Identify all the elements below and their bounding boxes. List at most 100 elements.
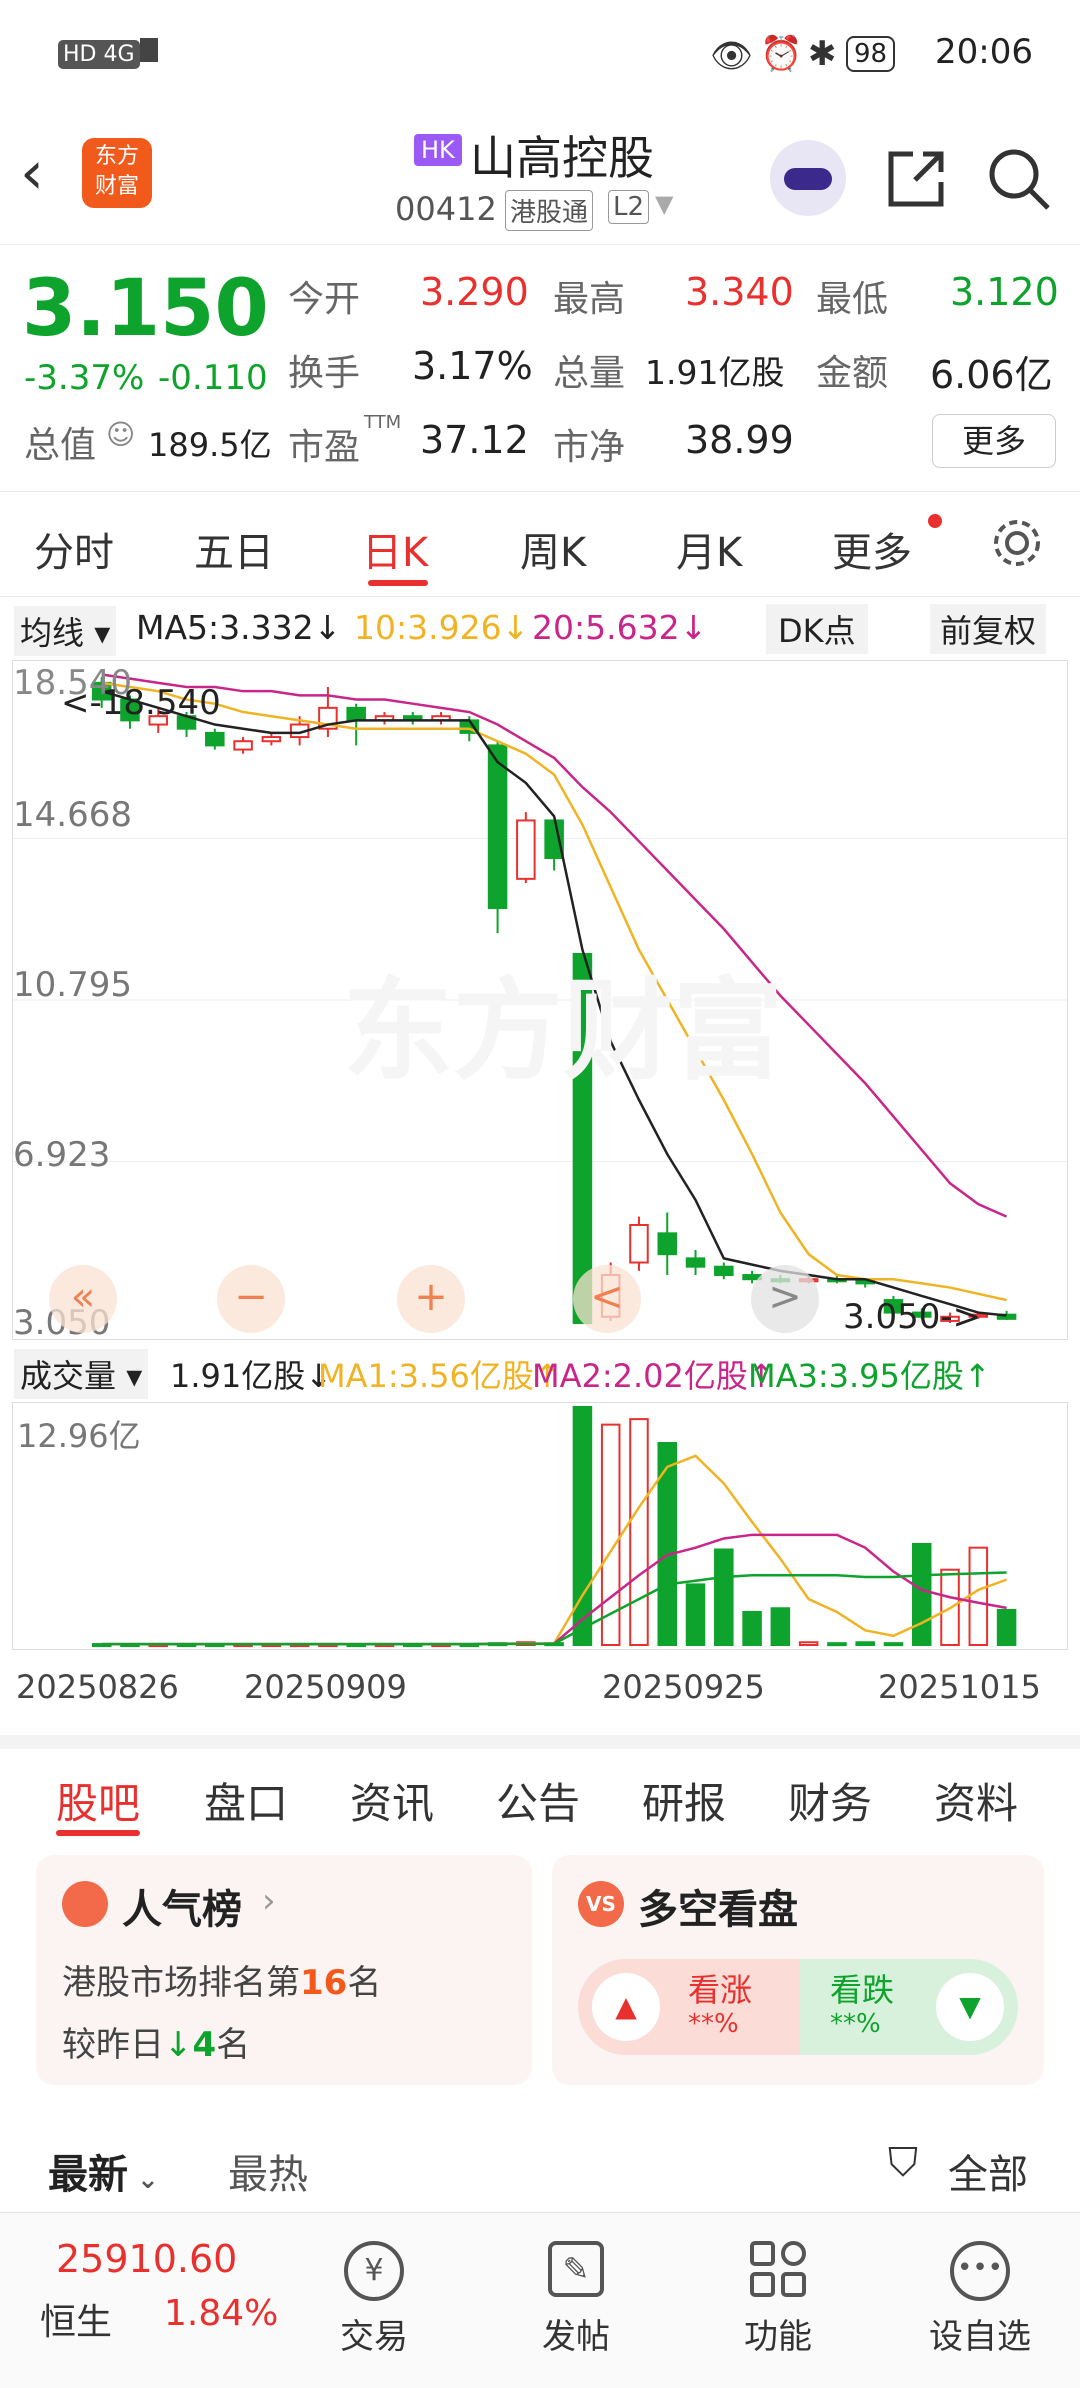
tab-forum[interactable]: 股吧: [56, 1770, 140, 1831]
tab-announcements[interactable]: 公告: [496, 1770, 580, 1831]
high-marker: <-18.540: [61, 683, 221, 723]
ma-bar: 均线 ▾ MA5:3.332↓ 10:3.926↓ 20:5.632↓ DK点 …: [0, 598, 1080, 658]
scroll-start-button[interactable]: «: [49, 1265, 117, 1333]
index-ticker[interactable]: 25910.60 恒生 1.84%: [0, 2213, 300, 2388]
sort-row: 最新 ⌄ 最热 ⛉ 全部: [0, 2130, 1080, 2210]
sort-latest[interactable]: 最新 ⌄: [48, 2142, 159, 2200]
bluetooth-icon: ✱: [808, 34, 837, 74]
dropdown-icon[interactable]: ▼: [655, 190, 673, 218]
vol-ma1-line: [101, 1454, 1008, 1646]
bull-label: 看涨: [688, 1971, 753, 2009]
nav-trade[interactable]: ¥ 交易: [304, 2213, 444, 2388]
grid-icon: [750, 2241, 806, 2297]
bear-button[interactable]: 看跌 **% ▼: [800, 1959, 1018, 2055]
search-icon[interactable]: [986, 146, 1052, 212]
adjust-button[interactable]: 前复权: [930, 604, 1047, 654]
candle-body: [233, 740, 253, 751]
bull-button[interactable]: ▲ 看涨 **%: [578, 1959, 800, 2055]
date-axis: 20250826 20250909 20250925 20251015: [0, 1660, 1080, 1720]
high-label: 最高: [553, 279, 626, 320]
feature-tabs: 股吧 盘口 资讯 公告 研报 财务 资料: [0, 1750, 1080, 1850]
vol-ma3-line: [101, 1571, 1007, 1646]
tab-news[interactable]: 资讯: [350, 1770, 434, 1831]
more-dots-icon: •••: [950, 2241, 1010, 2301]
candle-body: [487, 744, 508, 910]
candle-body: [629, 1223, 649, 1264]
dk-button[interactable]: DK点: [766, 604, 868, 654]
cards-row: 人气榜 › 港股市场排名第16名 较昨日↓4名 VS 多空看盘 ▲ 看涨 **%…: [0, 1850, 1080, 2090]
ma5-value: MA5:3.332↓: [136, 608, 342, 647]
index-value: 25910.60: [56, 2237, 238, 2281]
nav-post[interactable]: ✎ 发帖: [506, 2213, 646, 2388]
stock-name: 山高控股: [470, 131, 654, 185]
kline-chart[interactable]: 东方财富 18.540 <-18.540 14.668 10.795 6.923…: [12, 660, 1068, 1343]
popularity-title: 人气榜: [122, 1887, 242, 1933]
filter-all[interactable]: 全部: [948, 2142, 1028, 2200]
tab-research[interactable]: 研报: [642, 1770, 726, 1831]
zoom-in-button[interactable]: +: [397, 1265, 465, 1333]
filter-icon[interactable]: ⛉: [888, 2140, 918, 2186]
last-price: 3.150: [22, 264, 269, 354]
index-change: 1.84%: [164, 2293, 279, 2334]
pe-label: 市盈: [288, 427, 361, 468]
scroll-right-button[interactable]: >: [751, 1265, 819, 1333]
bull-bear-card[interactable]: VS 多空看盘 ▲ 看涨 **% 看跌 **% ▼: [552, 1855, 1044, 2085]
high-value: 3.340: [685, 270, 794, 314]
volume-bar: [883, 1642, 904, 1647]
zoom-out-button[interactable]: −: [217, 1265, 285, 1333]
index-name: 恒生: [40, 2302, 113, 2343]
share-icon[interactable]: [885, 148, 947, 210]
low-marker: 3.050->: [843, 1297, 982, 1337]
change-value: -0.110: [158, 358, 268, 398]
robot-avatar-icon[interactable]: [770, 140, 846, 216]
alarm-icon: ⏰: [760, 34, 803, 74]
mktcap-value: 189.5亿: [148, 426, 272, 464]
tab-five-day[interactable]: 五日: [194, 520, 274, 578]
volume-selector[interactable]: 成交量 ▾: [14, 1349, 149, 1399]
amount-label: 金额: [816, 353, 889, 394]
quote-panel: 3.150 -3.37% -0.110 总值 ☺ 189.5亿 今开 3.290…: [0, 246, 1080, 492]
candle-body: [346, 706, 366, 722]
low-value: 3.120: [950, 270, 1059, 314]
tab-monthly-k[interactable]: 月K: [676, 520, 742, 578]
volume-bar: [685, 1583, 706, 1646]
tab-financials[interactable]: 财务: [788, 1770, 872, 1831]
tab-profile[interactable]: 资料: [934, 1770, 1018, 1831]
header: ‹ 东方 财富 HK 山高控股 00412 港股通 L2 ▼: [0, 110, 1080, 245]
date-label-3: 20250925: [602, 1668, 765, 1706]
bull-pct: **%: [688, 2009, 739, 2039]
sort-hot[interactable]: 最热: [228, 2142, 308, 2200]
battery-icon: 98: [846, 36, 896, 72]
scroll-left-button[interactable]: <: [573, 1265, 641, 1333]
tab-orderbook[interactable]: 盘口: [204, 1770, 288, 1831]
tab-intraday[interactable]: 分时: [34, 520, 114, 578]
tab-weekly-k[interactable]: 周K: [520, 520, 586, 578]
back-icon[interactable]: ‹: [20, 138, 44, 208]
settings-icon[interactable]: [990, 516, 1044, 570]
ma-selector[interactable]: 均线 ▾: [14, 606, 117, 656]
bottom-nav: 25910.60 恒生 1.84% ¥ 交易 ✎ 发帖 功能 ••• 设自选: [0, 2212, 1080, 2388]
bear-pct: **%: [830, 2009, 881, 2039]
watermark: 东方财富: [343, 967, 783, 1095]
popularity-card[interactable]: 人气榜 › 港股市场排名第16名 较昨日↓4名: [36, 1855, 532, 2085]
candle-body: [516, 819, 536, 880]
date-label-4: 20251015: [878, 1668, 1041, 1706]
volume-bar: [714, 1548, 734, 1647]
nav-functions[interactable]: 功能: [708, 2213, 848, 2388]
volume-max-label: 12.96亿: [17, 1417, 141, 1455]
ma10-value: 10:3.926↓: [354, 608, 530, 647]
vol-ma3: MA3:3.95亿股↑: [748, 1357, 991, 1395]
vol-ma2: MA2:2.02亿股↑: [532, 1357, 775, 1395]
connect-tag: 港股通: [505, 190, 594, 231]
nav-add-watchlist[interactable]: ••• 设自选: [910, 2213, 1050, 2388]
tab-more[interactable]: 更多: [832, 520, 912, 578]
tab-daily-k[interactable]: 日K: [362, 520, 428, 578]
more-button[interactable]: 更多: [932, 414, 1056, 468]
volume-bar: [657, 1441, 678, 1647]
info-icon[interactable]: ☺: [106, 418, 135, 451]
ranking-icon: [62, 1881, 108, 1927]
volume-label: 总量: [553, 353, 626, 394]
volume-chart[interactable]: 12.96亿: [12, 1402, 1068, 1650]
volume-bar: 成交量 ▾ 1.91亿股↓ MA1:3.56亿股↑ MA2:2.02亿股↑ MA…: [0, 1345, 1080, 1400]
vol-ma1: MA1:3.56亿股↑: [318, 1357, 561, 1395]
